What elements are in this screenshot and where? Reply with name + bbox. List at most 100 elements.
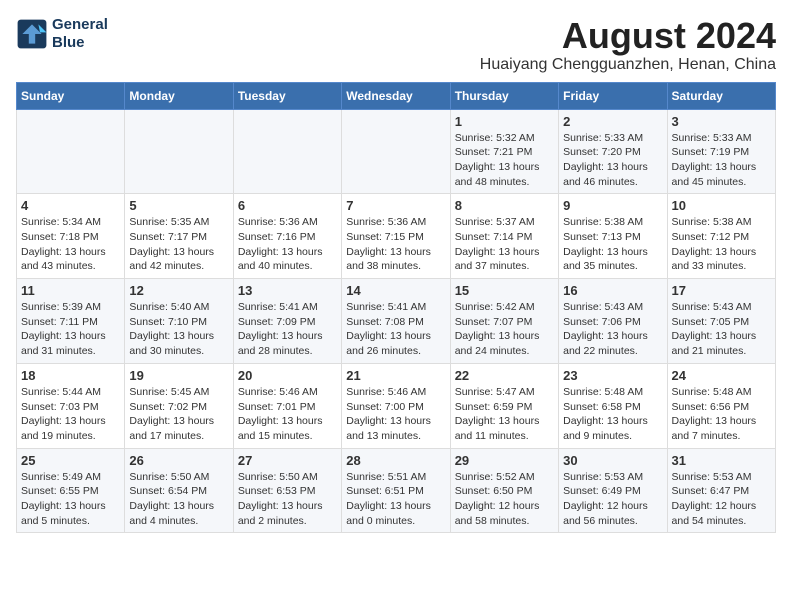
header: General Blue August 2024 Huaiyang Chengg… — [16, 16, 776, 74]
calendar-cell: 1 Sunrise: 5:32 AMSunset: 7:21 PMDaylight… — [450, 109, 558, 194]
calendar-cell: 19Sunrise: 5:45 AMSunset: 7:02 PMDayligh… — [125, 363, 233, 448]
day-info: Sunrise: 5:51 AMSunset: 6:51 PMDaylight:… — [346, 470, 445, 529]
day-number: 18 — [21, 368, 120, 383]
day-number: 3 — [672, 114, 771, 129]
calendar-cell — [17, 109, 125, 194]
column-header-friday: Friday — [559, 82, 667, 109]
day-info: Sunrise: 5:33 AMSunset: 7:20 PMDaylight:… — [563, 131, 662, 190]
calendar-cell: 29Sunrise: 5:52 AMSunset: 6:50 PMDayligh… — [450, 448, 558, 533]
calendar-cell: 10 Sunrise: 5:38 AMSunset: 7:12 PMDayligh… — [667, 194, 775, 279]
column-header-saturday: Saturday — [667, 82, 775, 109]
calendar-table: SundayMondayTuesdayWednesdayThursdayFrid… — [16, 82, 776, 534]
day-info: Sunrise: 5:45 AMSunset: 7:02 PMDaylight:… — [129, 385, 228, 444]
day-number: 26 — [129, 453, 228, 468]
day-number: 16 — [563, 283, 662, 298]
day-info: Sunrise: 5:53 AMSunset: 6:47 PMDaylight:… — [672, 470, 771, 529]
column-header-monday: Monday — [125, 82, 233, 109]
calendar-cell: 4 Sunrise: 5:34 AMSunset: 7:18 PMDaylight… — [17, 194, 125, 279]
calendar-cell: 5 Sunrise: 5:35 AMSunset: 7:17 PMDaylight… — [125, 194, 233, 279]
calendar-cell: 22 Sunrise: 5:47 AMSunset: 6:59 PMDayligh… — [450, 363, 558, 448]
day-number: 10 — [672, 198, 771, 213]
day-number: 20 — [238, 368, 337, 383]
day-number: 4 — [21, 198, 120, 213]
day-info: Sunrise: 5:48 AMSunset: 6:56 PMDaylight:… — [672, 385, 771, 444]
day-info: Sunrise: 5:32 AMSunset: 7:21 PMDaylight:… — [455, 131, 554, 190]
calendar-cell: 3Sunrise: 5:33 AMSunset: 7:19 PMDaylight… — [667, 109, 775, 194]
day-info: Sunrise: 5:36 AMSunset: 7:16 PMDaylight:… — [238, 215, 337, 274]
calendar-cell: 6Sunrise: 5:36 AMSunset: 7:16 PMDaylight… — [233, 194, 341, 279]
logo: General Blue — [16, 16, 108, 52]
day-number: 7 — [346, 198, 445, 213]
day-number: 24 — [672, 368, 771, 383]
day-number: 25 — [21, 453, 120, 468]
day-info: Sunrise: 5:48 AMSunset: 6:58 PMDaylight:… — [563, 385, 662, 444]
day-number: 31 — [672, 453, 771, 468]
day-info: Sunrise: 5:38 AMSunset: 7:12 PMDaylight:… — [672, 215, 771, 274]
day-number: 1 — [455, 114, 554, 129]
calendar-cell: 31 Sunrise: 5:53 AMSunset: 6:47 PMDayligh… — [667, 448, 775, 533]
calendar-cell: 20Sunrise: 5:46 AMSunset: 7:01 PMDayligh… — [233, 363, 341, 448]
calendar-cell: 24 Sunrise: 5:48 AMSunset: 6:56 PMDayligh… — [667, 363, 775, 448]
day-info: Sunrise: 5:50 AMSunset: 6:53 PMDaylight:… — [238, 470, 337, 529]
day-number: 22 — [455, 368, 554, 383]
day-number: 14 — [346, 283, 445, 298]
day-info: Sunrise: 5:43 AMSunset: 7:05 PMDaylight:… — [672, 300, 771, 359]
day-info: Sunrise: 5:34 AMSunset: 7:18 PMDaylight:… — [21, 215, 120, 274]
day-info: Sunrise: 5:44 AMSunset: 7:03 PMDaylight:… — [21, 385, 120, 444]
logo-text: General Blue — [52, 16, 108, 52]
day-info: Sunrise: 5:50 AMSunset: 6:54 PMDaylight:… — [129, 470, 228, 529]
day-info: Sunrise: 5:42 AMSunset: 7:07 PMDaylight:… — [455, 300, 554, 359]
calendar-week-row: 25 Sunrise: 5:49 AMSunset: 6:55 PMDayligh… — [17, 448, 776, 533]
calendar-week-row: 1 Sunrise: 5:32 AMSunset: 7:21 PMDaylight… — [17, 109, 776, 194]
calendar-cell: 7 Sunrise: 5:36 AMSunset: 7:15 PMDaylight… — [342, 194, 450, 279]
main-title: August 2024 — [480, 16, 776, 56]
calendar-cell: 9Sunrise: 5:38 AMSunset: 7:13 PMDaylight… — [559, 194, 667, 279]
calendar-cell: 2 Sunrise: 5:33 AMSunset: 7:20 PMDaylight… — [559, 109, 667, 194]
day-number: 2 — [563, 114, 662, 129]
day-info: Sunrise: 5:49 AMSunset: 6:55 PMDaylight:… — [21, 470, 120, 529]
column-header-sunday: Sunday — [17, 82, 125, 109]
day-number: 12 — [129, 283, 228, 298]
day-info: Sunrise: 5:40 AMSunset: 7:10 PMDaylight:… — [129, 300, 228, 359]
day-number: 5 — [129, 198, 228, 213]
day-info: Sunrise: 5:36 AMSunset: 7:15 PMDaylight:… — [346, 215, 445, 274]
calendar-cell: 30 Sunrise: 5:53 AMSunset: 6:49 PMDayligh… — [559, 448, 667, 533]
day-number: 17 — [672, 283, 771, 298]
column-header-wednesday: Wednesday — [342, 82, 450, 109]
logo-icon — [16, 18, 48, 50]
day-info: Sunrise: 5:41 AMSunset: 7:08 PMDaylight:… — [346, 300, 445, 359]
day-number: 8 — [455, 198, 554, 213]
day-number: 30 — [563, 453, 662, 468]
calendar-cell: 18 Sunrise: 5:44 AMSunset: 7:03 PMDayligh… — [17, 363, 125, 448]
day-info: Sunrise: 5:47 AMSunset: 6:59 PMDaylight:… — [455, 385, 554, 444]
calendar-cell: 27 Sunrise: 5:50 AMSunset: 6:53 PMDayligh… — [233, 448, 341, 533]
calendar-cell: 16Sunrise: 5:43 AMSunset: 7:06 PMDayligh… — [559, 279, 667, 364]
calendar-header-row: SundayMondayTuesdayWednesdayThursdayFrid… — [17, 82, 776, 109]
day-info: Sunrise: 5:38 AMSunset: 7:13 PMDaylight:… — [563, 215, 662, 274]
calendar-cell: 14 Sunrise: 5:41 AMSunset: 7:08 PMDayligh… — [342, 279, 450, 364]
calendar-cell: 12 Sunrise: 5:40 AMSunset: 7:10 PMDayligh… — [125, 279, 233, 364]
calendar-cell: 13Sunrise: 5:41 AMSunset: 7:09 PMDayligh… — [233, 279, 341, 364]
subtitle: Huaiyang Chengguanzhen, Henan, China — [480, 56, 776, 74]
day-info: Sunrise: 5:39 AMSunset: 7:11 PMDaylight:… — [21, 300, 120, 359]
day-number: 27 — [238, 453, 337, 468]
day-number: 15 — [455, 283, 554, 298]
day-number: 29 — [455, 453, 554, 468]
calendar-week-row: 18 Sunrise: 5:44 AMSunset: 7:03 PMDayligh… — [17, 363, 776, 448]
calendar-cell: 25 Sunrise: 5:49 AMSunset: 6:55 PMDayligh… — [17, 448, 125, 533]
calendar-cell — [233, 109, 341, 194]
day-number: 11 — [21, 283, 120, 298]
calendar-cell: 11 Sunrise: 5:39 AMSunset: 7:11 PMDayligh… — [17, 279, 125, 364]
calendar-cell: 28Sunrise: 5:51 AMSunset: 6:51 PMDayligh… — [342, 448, 450, 533]
calendar-cell: 15 Sunrise: 5:42 AMSunset: 7:07 PMDayligh… — [450, 279, 558, 364]
day-info: Sunrise: 5:46 AMSunset: 7:00 PMDaylight:… — [346, 385, 445, 444]
calendar-cell: 21Sunrise: 5:46 AMSunset: 7:00 PMDayligh… — [342, 363, 450, 448]
title-area: August 2024 Huaiyang Chengguanzhen, Hena… — [480, 16, 776, 74]
calendar-cell: 23Sunrise: 5:48 AMSunset: 6:58 PMDayligh… — [559, 363, 667, 448]
calendar-week-row: 4 Sunrise: 5:34 AMSunset: 7:18 PMDaylight… — [17, 194, 776, 279]
day-info: Sunrise: 5:53 AMSunset: 6:49 PMDaylight:… — [563, 470, 662, 529]
day-info: Sunrise: 5:37 AMSunset: 7:14 PMDaylight:… — [455, 215, 554, 274]
column-header-tuesday: Tuesday — [233, 82, 341, 109]
day-number: 13 — [238, 283, 337, 298]
day-info: Sunrise: 5:35 AMSunset: 7:17 PMDaylight:… — [129, 215, 228, 274]
